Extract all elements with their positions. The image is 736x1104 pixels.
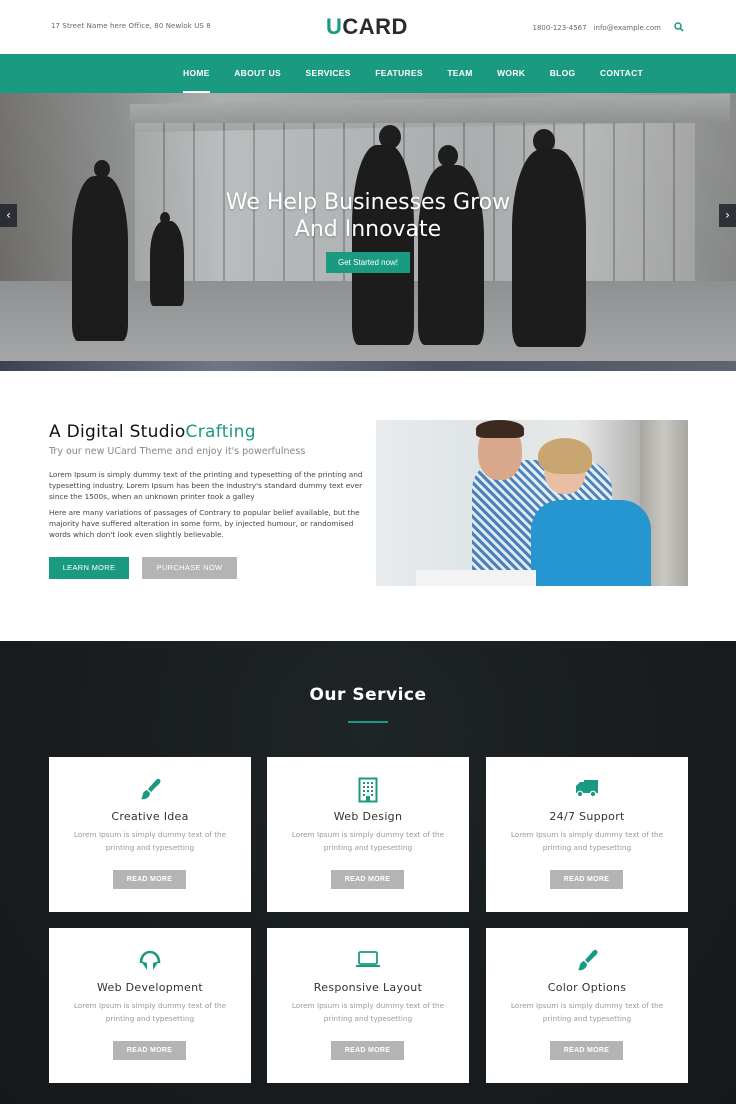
service-card: 24/7 Support Lorem Ipsum is simply dummy…	[486, 757, 688, 912]
about-title-accent: Crafting	[185, 422, 256, 442]
hero-title: We Help Businesses Grow And Innovate	[0, 189, 736, 243]
hero-slider: We Help Businesses Grow And Innovate Get…	[0, 93, 736, 371]
logo-text: CARD	[342, 14, 408, 39]
read-more-button[interactable]: READ MORE	[331, 870, 404, 889]
person-silhouette	[352, 145, 414, 345]
hero-background-strip	[0, 361, 736, 371]
service-card: Responsive Layout Lorem Ipsum is simply …	[267, 928, 469, 1083]
image-person-woman-hair	[538, 438, 592, 474]
truck-icon	[486, 777, 688, 803]
image-person-man-hair	[476, 420, 524, 438]
nav-item-work[interactable]: WORK	[497, 54, 525, 93]
nav-item-home[interactable]: HOME	[183, 54, 210, 93]
service-card-description: Lorem Ipsum is simply dummy text of the …	[510, 830, 664, 852]
nav-item-team[interactable]: TEAM	[447, 54, 472, 93]
service-card: Web Development Lorem Ipsum is simply du…	[49, 928, 251, 1083]
chevron-right-icon: ›	[725, 208, 730, 222]
service-card-title: Web Design	[333, 810, 403, 823]
nav-item-services[interactable]: SERVICES	[306, 54, 351, 93]
person-silhouette-head	[438, 145, 458, 167]
nav-item-contact[interactable]: CONTACT	[600, 54, 643, 93]
about-paragraph-1: Lorem Ipsum is simply dummy text of the …	[49, 470, 363, 501]
slider-next-button[interactable]: ›	[719, 204, 736, 227]
hero-title-line2: And Innovate	[294, 217, 442, 242]
service-card-description: Lorem Ipsum is simply dummy text of the …	[73, 1001, 227, 1023]
title-divider	[348, 721, 388, 723]
image-person-woman	[531, 500, 651, 586]
logo-accent: U	[326, 14, 343, 39]
read-more-button[interactable]: READ MORE	[113, 1041, 186, 1060]
read-more-button[interactable]: READ MORE	[550, 1041, 623, 1060]
main-navigation: HOME ABOUT US SERVICES FEATURES TEAM WOR…	[0, 54, 736, 93]
service-card-title: Color Options	[547, 981, 627, 994]
learn-more-button[interactable]: LEARN MORE	[49, 557, 129, 579]
read-more-button[interactable]: READ MORE	[113, 870, 186, 889]
phone-number: 1800-123-4567	[532, 24, 587, 32]
about-image	[376, 420, 688, 586]
service-card-title: Responsive Layout	[313, 981, 423, 994]
nav-item-blog[interactable]: BLOG	[550, 54, 576, 93]
about-title-main: A Digital Studio	[49, 422, 186, 442]
read-more-button[interactable]: READ MORE	[550, 870, 623, 889]
about-paragraph-2: Here are many variations of passages of …	[49, 508, 360, 539]
email-link[interactable]: info@example.com	[594, 24, 661, 32]
office-address: 17 Street Name here Office, 80 Newlok US…	[51, 22, 211, 30]
image-laptop	[416, 570, 536, 586]
top-bar: 17 Street Name here Office, 80 Newlok US…	[0, 0, 736, 54]
service-card-title: Creative Idea	[111, 810, 189, 823]
read-more-button[interactable]: READ MORE	[331, 1041, 404, 1060]
services-title: Our Service	[309, 685, 427, 705]
service-card-description: Lorem Ipsum is simply dummy text of the …	[291, 830, 445, 852]
service-card-title: Web Development	[96, 981, 204, 994]
service-card-description: Lorem Ipsum is simply dummy text of the …	[73, 830, 227, 852]
service-card: Color Options Lorem Ipsum is simply dumm…	[486, 928, 688, 1083]
site-logo[interactable]: UCARD	[326, 14, 408, 40]
person-silhouette	[512, 149, 586, 347]
laptop-icon	[267, 948, 469, 974]
slider-prev-button[interactable]: ‹	[0, 204, 17, 227]
service-card-title: 24/7 Support	[549, 810, 625, 823]
get-started-button[interactable]: Get Started now!	[326, 252, 410, 273]
nav-item-features[interactable]: FEATURES	[375, 54, 423, 93]
service-card-description: Lorem Ipsum is simply dummy text of the …	[291, 1001, 445, 1023]
headphones-icon	[49, 948, 251, 974]
paintbrush-icon	[49, 777, 251, 803]
contact-info: 1800-123-4567 info@example.com	[533, 22, 688, 34]
chevron-left-icon: ‹	[6, 208, 11, 222]
paintbrush-icon	[486, 948, 688, 974]
about-title: A Digital StudioCrafting	[49, 422, 256, 442]
search-icon[interactable]	[674, 22, 688, 34]
nav-item-about-us[interactable]: ABOUT US	[234, 54, 281, 93]
services-section: Our Service Creative Idea Lorem Ipsum is…	[0, 641, 736, 1104]
service-card: Creative Idea Lorem Ipsum is simply dumm…	[49, 757, 251, 912]
service-card: Web Design Lorem Ipsum is simply dummy t…	[267, 757, 469, 912]
building-icon	[267, 777, 469, 803]
service-card-description: Lorem Ipsum is simply dummy text of the …	[510, 1001, 664, 1023]
hero-title-line1: We Help Businesses Grow	[225, 190, 511, 215]
about-subtitle: Try our new UCard Theme and enjoy it's p…	[49, 446, 306, 457]
purchase-now-button[interactable]: PURCHASE NOW	[142, 557, 237, 579]
